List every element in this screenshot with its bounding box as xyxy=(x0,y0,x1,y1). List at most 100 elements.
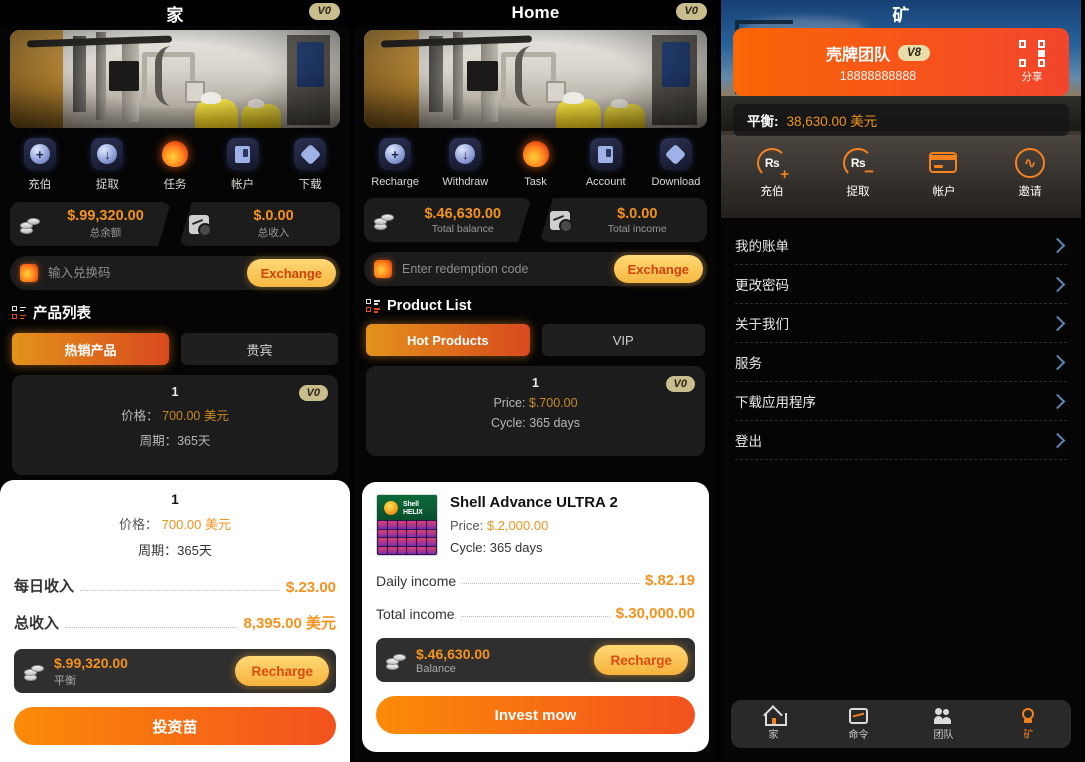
balance-label: 平衡: xyxy=(747,114,779,129)
invest-now-button[interactable]: Invest mow xyxy=(376,696,695,734)
nav-label: 家 xyxy=(768,729,779,741)
product-rank: 1 xyxy=(532,376,539,390)
price-label: 价格： xyxy=(121,409,159,423)
menu-item-about-us[interactable]: 关于我们 xyxy=(735,304,1067,343)
menu-item-label: 服务 xyxy=(735,356,762,371)
header-mine: 矿 xyxy=(721,0,1081,26)
share-button[interactable]: 分享 xyxy=(1009,40,1055,84)
quick-action-label: 帐户 xyxy=(231,179,255,191)
stat-total-income[interactable]: $.0.00 总收入 xyxy=(179,202,340,246)
menu-item-change-password[interactable]: 更改密码 xyxy=(735,265,1067,304)
product-card-background-en[interactable]: V0 1 Price: $.700.00 Cycle: 365 days xyxy=(366,366,705,456)
product-tabs-zh: 热销产品 贵宾 xyxy=(0,323,350,365)
quick-action-download[interactable]: Download xyxy=(641,138,711,188)
product-tabs-en: Hot Products VIP xyxy=(354,314,717,356)
menu-item-label: 下载应用程序 xyxy=(735,395,816,410)
level-badge[interactable]: V0 xyxy=(308,3,340,20)
total-income-label: 总收入 xyxy=(14,615,60,632)
redemption-code-input[interactable] xyxy=(392,262,614,276)
menu-item-logout[interactable]: 登出 xyxy=(735,421,1067,460)
dotted-leader xyxy=(65,627,238,628)
invest-now-button[interactable]: 投资苗 xyxy=(14,707,336,745)
chart-income-icon xyxy=(549,210,573,233)
quick-action-withdraw[interactable]: ↓ 捉取 xyxy=(74,138,142,192)
quick-action-label: Task xyxy=(524,176,547,188)
stat-value: $.0.00 xyxy=(617,205,658,222)
quick-action-withdraw[interactable]: ↓ Withdraw xyxy=(430,138,500,188)
product-rank: 1 xyxy=(171,385,179,399)
daily-income-row-zh: 每日收入 $.23.00 xyxy=(14,575,336,596)
stat-total-income[interactable]: $.0.00 Total income xyxy=(539,198,707,242)
product-detail-sheet-en: Shell HELIX Shell Advance ULTRA 2 Price: … xyxy=(362,482,709,752)
tab-vip[interactable]: VIP xyxy=(541,324,705,356)
coins-icon xyxy=(374,210,396,230)
sheet-price-row: 价格： 700.00 美元 xyxy=(14,514,336,533)
hero-banner-image xyxy=(10,30,340,128)
quick-action-download[interactable]: 下载 xyxy=(276,138,344,192)
exchange-button[interactable]: Exchange xyxy=(613,255,703,283)
quick-action-task[interactable]: Task xyxy=(500,138,570,188)
action-recharge[interactable]: Rs + 充伯 xyxy=(729,148,815,199)
price-value: 700.00 美元 xyxy=(161,517,231,532)
rs-plus-icon: Rs + xyxy=(757,148,789,182)
sheet-cycle-row: 周期：365天 xyxy=(138,543,212,558)
flame-task-icon xyxy=(520,138,552,170)
stat-label: Total income xyxy=(607,222,667,235)
rs-minus-icon: Rs − xyxy=(843,148,874,180)
stat-total-balance[interactable]: $.46,630.00 Total balance xyxy=(364,198,532,242)
nav-label: 团队 xyxy=(933,729,954,741)
bottom-navigation: 家 命令 团队 矿 xyxy=(731,700,1071,748)
nav-item-team[interactable]: 团队 xyxy=(901,707,986,741)
profile-card[interactable]: 壳牌团队 V8 18888888888 分享 xyxy=(733,28,1069,96)
exchange-button[interactable]: Exchange xyxy=(246,259,336,287)
quick-action-recharge[interactable]: + Recharge xyxy=(360,138,430,188)
recharge-button[interactable]: Recharge xyxy=(235,656,329,686)
balance-strip: 平衡: 38,630.00 美元 xyxy=(733,104,1069,136)
menu-item-service[interactable]: 服务 xyxy=(735,343,1067,382)
menu-item-download-app[interactable]: 下载应用程序 xyxy=(735,382,1067,421)
recharge-button[interactable]: Recharge xyxy=(594,645,688,675)
coins-icon xyxy=(24,661,46,681)
quick-action-label: Account xyxy=(585,176,626,188)
redemption-code-input[interactable] xyxy=(38,266,247,280)
plus-circle-icon: + xyxy=(379,138,412,170)
action-withdraw[interactable]: Rs − 捉取 xyxy=(815,148,901,199)
home-icon xyxy=(764,708,787,726)
daily-income-value: $.82.19 xyxy=(644,572,695,589)
stat-label: 总收入 xyxy=(257,227,290,239)
download-diamond-icon xyxy=(294,138,327,170)
profile-header-area: 矿 壳牌团队 V8 18888888888 分享 平衡: 38,630.00 美… xyxy=(721,0,1081,218)
stat-total-balance[interactable]: $.99,320.00 总余额 xyxy=(10,202,171,246)
total-income-row-en: Total income $.30,000.00 xyxy=(376,605,695,622)
nav-item-order[interactable]: 命令 xyxy=(816,707,901,741)
level-badge[interactable]: V0 xyxy=(675,3,707,20)
coins-icon xyxy=(386,650,408,670)
nav-item-mine[interactable]: 矿 xyxy=(986,707,1071,741)
product-list-heading-zh: 产品列表 xyxy=(0,290,350,323)
quick-action-account[interactable]: 帐户 xyxy=(209,138,277,192)
header-en: Home V0 xyxy=(354,0,717,26)
hero-banner-image xyxy=(364,30,707,128)
price-value: $.700.00 xyxy=(528,396,578,410)
profile-phone: 18888888888 xyxy=(839,69,917,83)
list-icon xyxy=(366,299,380,313)
tab-hot-products[interactable]: 热销产品 xyxy=(12,333,169,365)
card-account-icon xyxy=(589,138,622,170)
quick-action-account[interactable]: Account xyxy=(571,138,641,188)
nav-item-home[interactable]: 家 xyxy=(731,708,816,741)
balance-label: Balance xyxy=(416,662,456,675)
arrow-down-circle-icon: ↓ xyxy=(91,138,124,170)
quick-action-label: Recharge xyxy=(371,176,419,188)
quick-action-recharge[interactable]: + 充伯 xyxy=(6,138,74,192)
tab-hot-products[interactable]: Hot Products xyxy=(366,324,530,356)
menu-item-my-bills[interactable]: 我的账单 xyxy=(735,226,1067,265)
quick-action-task[interactable]: 任务 xyxy=(141,138,209,192)
quick-action-label: 下载 xyxy=(298,179,322,191)
sheet-product-title: 1 xyxy=(171,492,179,507)
action-account[interactable]: 帐户 xyxy=(901,148,987,199)
action-invite[interactable]: ∿ 邀请 xyxy=(987,148,1073,199)
product-card-background-zh[interactable]: V0 1 价格： 700.00 美元 周期：365天 xyxy=(12,375,338,475)
tab-vip[interactable]: 贵宾 xyxy=(181,333,338,365)
product-detail-sheet-zh: 1 价格： 700.00 美元 周期：365天 每日收入 $.23.00 总收入… xyxy=(0,480,350,762)
price-label: Price: xyxy=(493,396,526,410)
